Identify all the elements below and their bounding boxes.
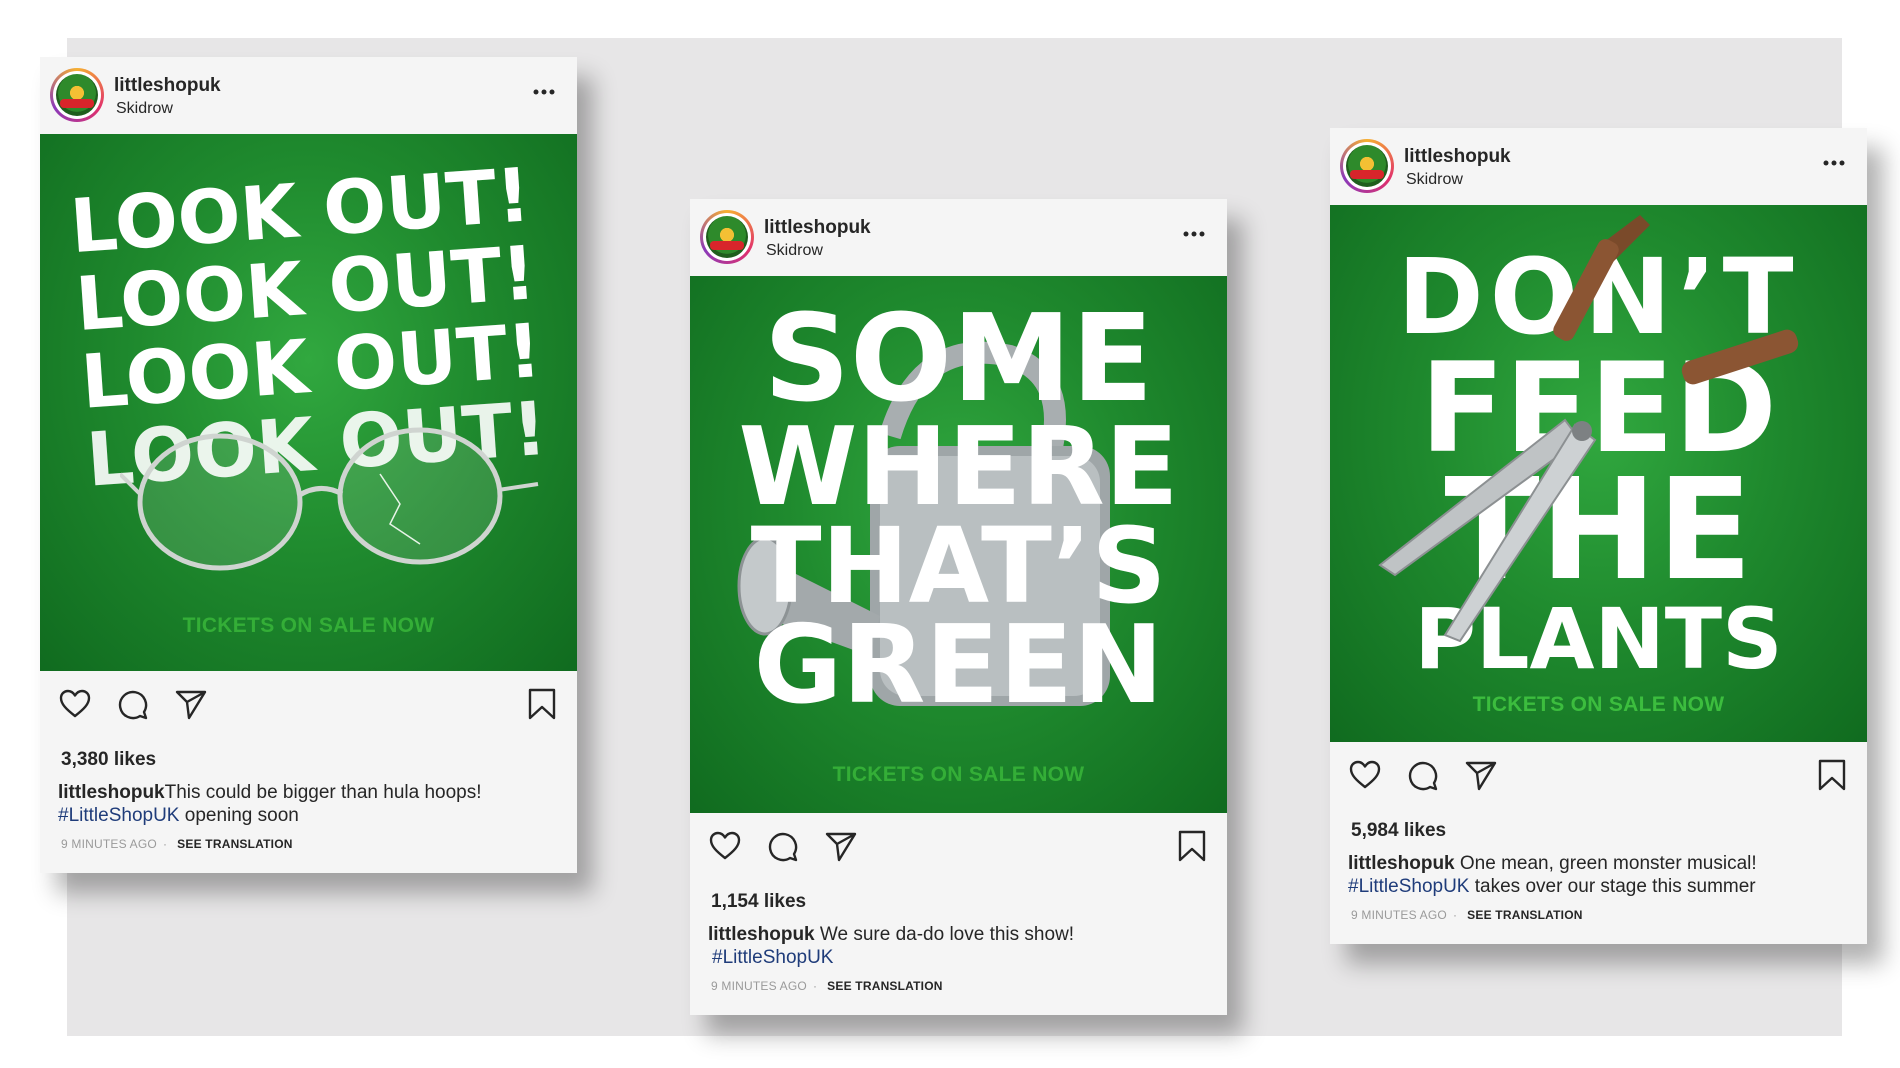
- glasses-graphic: [120, 427, 539, 571]
- paper-plane-icon[interactable]: [824, 829, 858, 863]
- headline-line-1: SOME: [763, 290, 1154, 429]
- hashtag-link[interactable]: #LittleShopUK: [58, 805, 179, 826]
- post-username[interactable]: littleshopuk: [1404, 146, 1511, 168]
- little-shop-logo: [706, 216, 748, 258]
- post-time: 9 MINUTES AGO: [61, 837, 157, 851]
- caption-username[interactable]: littleshopuk: [708, 924, 815, 945]
- post-header: littleshopuk Skidrow: [690, 199, 1227, 276]
- little-shop-logo: [1346, 145, 1388, 187]
- post-location[interactable]: Skidrow: [116, 100, 173, 118]
- see-translation-link[interactable]: SEE TRANSLATION: [177, 837, 292, 851]
- paper-plane-icon[interactable]: [174, 687, 208, 721]
- instagram-post-3: littleshopuk Skidrow DON’T FEED THE PLAN…: [1330, 128, 1867, 944]
- avatar[interactable]: [700, 210, 754, 264]
- instagram-post-1: littleshopuk Skidrow LOOK OUT! LOOK OUT!…: [40, 57, 577, 873]
- post-image[interactable]: SOME WHERE THAT’S GREEN TICKETS ON SALE …: [690, 276, 1227, 813]
- bookmark-icon[interactable]: [1815, 758, 1849, 792]
- shears-graphic: [1378, 215, 1799, 643]
- comment-icon[interactable]: [766, 829, 800, 863]
- paper-plane-icon[interactable]: [1464, 758, 1498, 792]
- hashtag-link[interactable]: #LittleShopUK: [1348, 876, 1469, 897]
- caption-text-after: opening soon: [179, 805, 299, 826]
- post-caption: littleshopuk One mean, green monster mus…: [1348, 852, 1848, 898]
- heart-icon[interactable]: [708, 829, 742, 863]
- post-meta: 9 MINUTES AGO · SEE TRANSLATION: [61, 837, 293, 851]
- bookmark-icon[interactable]: [525, 687, 559, 721]
- caption-username[interactable]: littleshopuk: [58, 782, 165, 803]
- post-header: littleshopuk Skidrow: [1330, 128, 1867, 205]
- caption-text: One mean, green monster musical!: [1454, 853, 1757, 874]
- avatar[interactable]: [50, 68, 104, 122]
- post-actions: [690, 813, 1227, 877]
- post-caption: littleshopukThis could be bigger than hu…: [58, 781, 558, 827]
- caption-text-after: takes over our stage this summer: [1469, 876, 1756, 897]
- post-time: 9 MINUTES AGO: [711, 979, 807, 993]
- little-shop-logo: [56, 74, 98, 116]
- hashtag-link[interactable]: #LittleShopUK: [712, 947, 833, 968]
- post-meta: 9 MINUTES AGO · SEE TRANSLATION: [1351, 908, 1583, 922]
- post-location[interactable]: Skidrow: [1406, 171, 1463, 189]
- post-image[interactable]: LOOK OUT! LOOK OUT! LOOK OUT! LOOK OUT! …: [40, 134, 577, 671]
- likes-count[interactable]: 3,380 likes: [61, 749, 156, 771]
- likes-count[interactable]: 1,154 likes: [711, 891, 806, 913]
- more-options-icon[interactable]: [1183, 231, 1205, 237]
- headline-line-4: GREEN: [753, 603, 1164, 728]
- post-actions: [1330, 742, 1867, 806]
- instagram-post-2: littleshopuk Skidrow SOME WHERE THAT’S G…: [690, 199, 1227, 1015]
- post-time: 9 MINUTES AGO: [1351, 908, 1447, 922]
- post-actions: [40, 671, 577, 735]
- heart-icon[interactable]: [58, 687, 92, 721]
- post-header: littleshopuk Skidrow: [40, 57, 577, 134]
- post-location[interactable]: Skidrow: [766, 242, 823, 260]
- comment-icon[interactable]: [1406, 758, 1440, 792]
- comment-icon[interactable]: [116, 687, 150, 721]
- see-translation-link[interactable]: SEE TRANSLATION: [827, 979, 942, 993]
- tickets-text: TICKETS ON SALE NOW: [832, 763, 1085, 786]
- post-image[interactable]: DON’T FEED THE PLANTS TICKETS ON SALE NO…: [1330, 205, 1867, 742]
- tickets-text: TICKETS ON SALE NOW: [1472, 693, 1725, 716]
- post-caption: littleshopuk We sure da-do love this sho…: [708, 923, 1208, 969]
- avatar[interactable]: [1340, 139, 1394, 193]
- heart-icon[interactable]: [1348, 758, 1382, 792]
- caption-text: This could be bigger than hula hoops!: [164, 782, 482, 803]
- more-options-icon[interactable]: [533, 89, 555, 95]
- post-meta: 9 MINUTES AGO · SEE TRANSLATION: [711, 979, 943, 993]
- post-username[interactable]: littleshopuk: [114, 75, 221, 97]
- see-translation-link[interactable]: SEE TRANSLATION: [1467, 908, 1582, 922]
- tickets-text: TICKETS ON SALE NOW: [182, 614, 435, 637]
- caption-username[interactable]: littleshopuk: [1348, 853, 1455, 874]
- caption-text: We sure da-do love this show!: [814, 924, 1075, 945]
- bookmark-icon[interactable]: [1175, 829, 1209, 863]
- likes-count[interactable]: 5,984 likes: [1351, 820, 1446, 842]
- more-options-icon[interactable]: [1823, 160, 1845, 166]
- post-username[interactable]: littleshopuk: [764, 217, 871, 239]
